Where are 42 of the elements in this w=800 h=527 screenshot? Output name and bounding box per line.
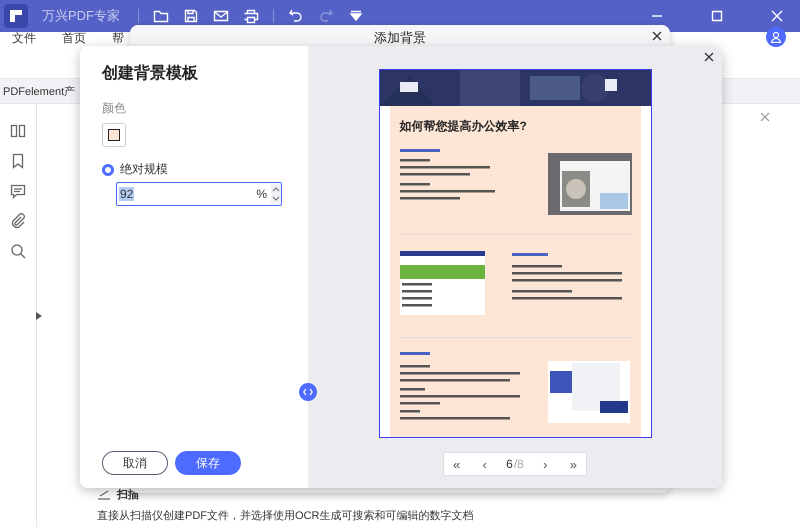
menu-item[interactable]: 帮: [112, 32, 124, 45]
page-heading: 如何帮您提高办公效率?: [398, 118, 528, 135]
previous-page-button[interactable]: ‹: [480, 456, 490, 472]
next-page-button[interactable]: ›: [540, 456, 550, 472]
radio-button[interactable]: [102, 164, 114, 176]
avatar-icon[interactable]: [766, 27, 786, 47]
close-icon[interactable]: [769, 8, 785, 24]
collapse-toggle[interactable]: [299, 383, 317, 401]
document-tab[interactable]: PDFelement产: [3, 84, 76, 98]
first-page-button[interactable]: «: [450, 456, 464, 472]
mail-icon[interactable]: [213, 8, 229, 24]
close-icon[interactable]: [704, 52, 714, 62]
radio-label: 绝对规模: [120, 161, 168, 178]
color-picker[interactable]: [102, 123, 126, 147]
page-total: /8: [514, 457, 524, 471]
current-page[interactable]: 6: [506, 457, 513, 471]
print-icon[interactable]: [243, 8, 259, 24]
cancel-button[interactable]: 取消: [102, 451, 168, 475]
save-button[interactable]: 保存: [175, 451, 241, 475]
paperclip-icon[interactable]: [9, 212, 27, 230]
menu-item[interactable]: 文件: [12, 32, 36, 45]
last-page-button[interactable]: »: [566, 456, 580, 472]
scale-input-field[interactable]: 92 %: [116, 182, 282, 206]
app-title: 万兴PDF专家: [42, 7, 120, 25]
color-label: 颜色: [102, 100, 127, 117]
body-text: 直接从扫描仪创建PDF文件，并选择使用OCR生成可搜索和可编辑的数字文档: [97, 508, 474, 523]
chevrons-icon: [303, 388, 313, 396]
spinner-icon[interactable]: [271, 184, 281, 204]
undo-icon[interactable]: [288, 8, 304, 24]
comment-icon[interactable]: [9, 182, 27, 200]
save-icon[interactable]: [183, 8, 199, 24]
close-icon[interactable]: [652, 31, 662, 41]
dialog-title: 添加背景: [374, 30, 426, 45]
app-logo-icon: [4, 4, 28, 28]
search-icon[interactable]: [9, 242, 27, 260]
dropdown-icon[interactable]: [348, 8, 364, 24]
folder-icon[interactable]: [153, 8, 169, 24]
expand-icon[interactable]: [36, 312, 42, 320]
menu-item[interactable]: 首页: [62, 32, 86, 45]
pages-icon[interactable]: [9, 122, 27, 140]
maximize-icon[interactable]: [709, 8, 725, 24]
dialog-title: 创建背景模板: [102, 63, 199, 84]
